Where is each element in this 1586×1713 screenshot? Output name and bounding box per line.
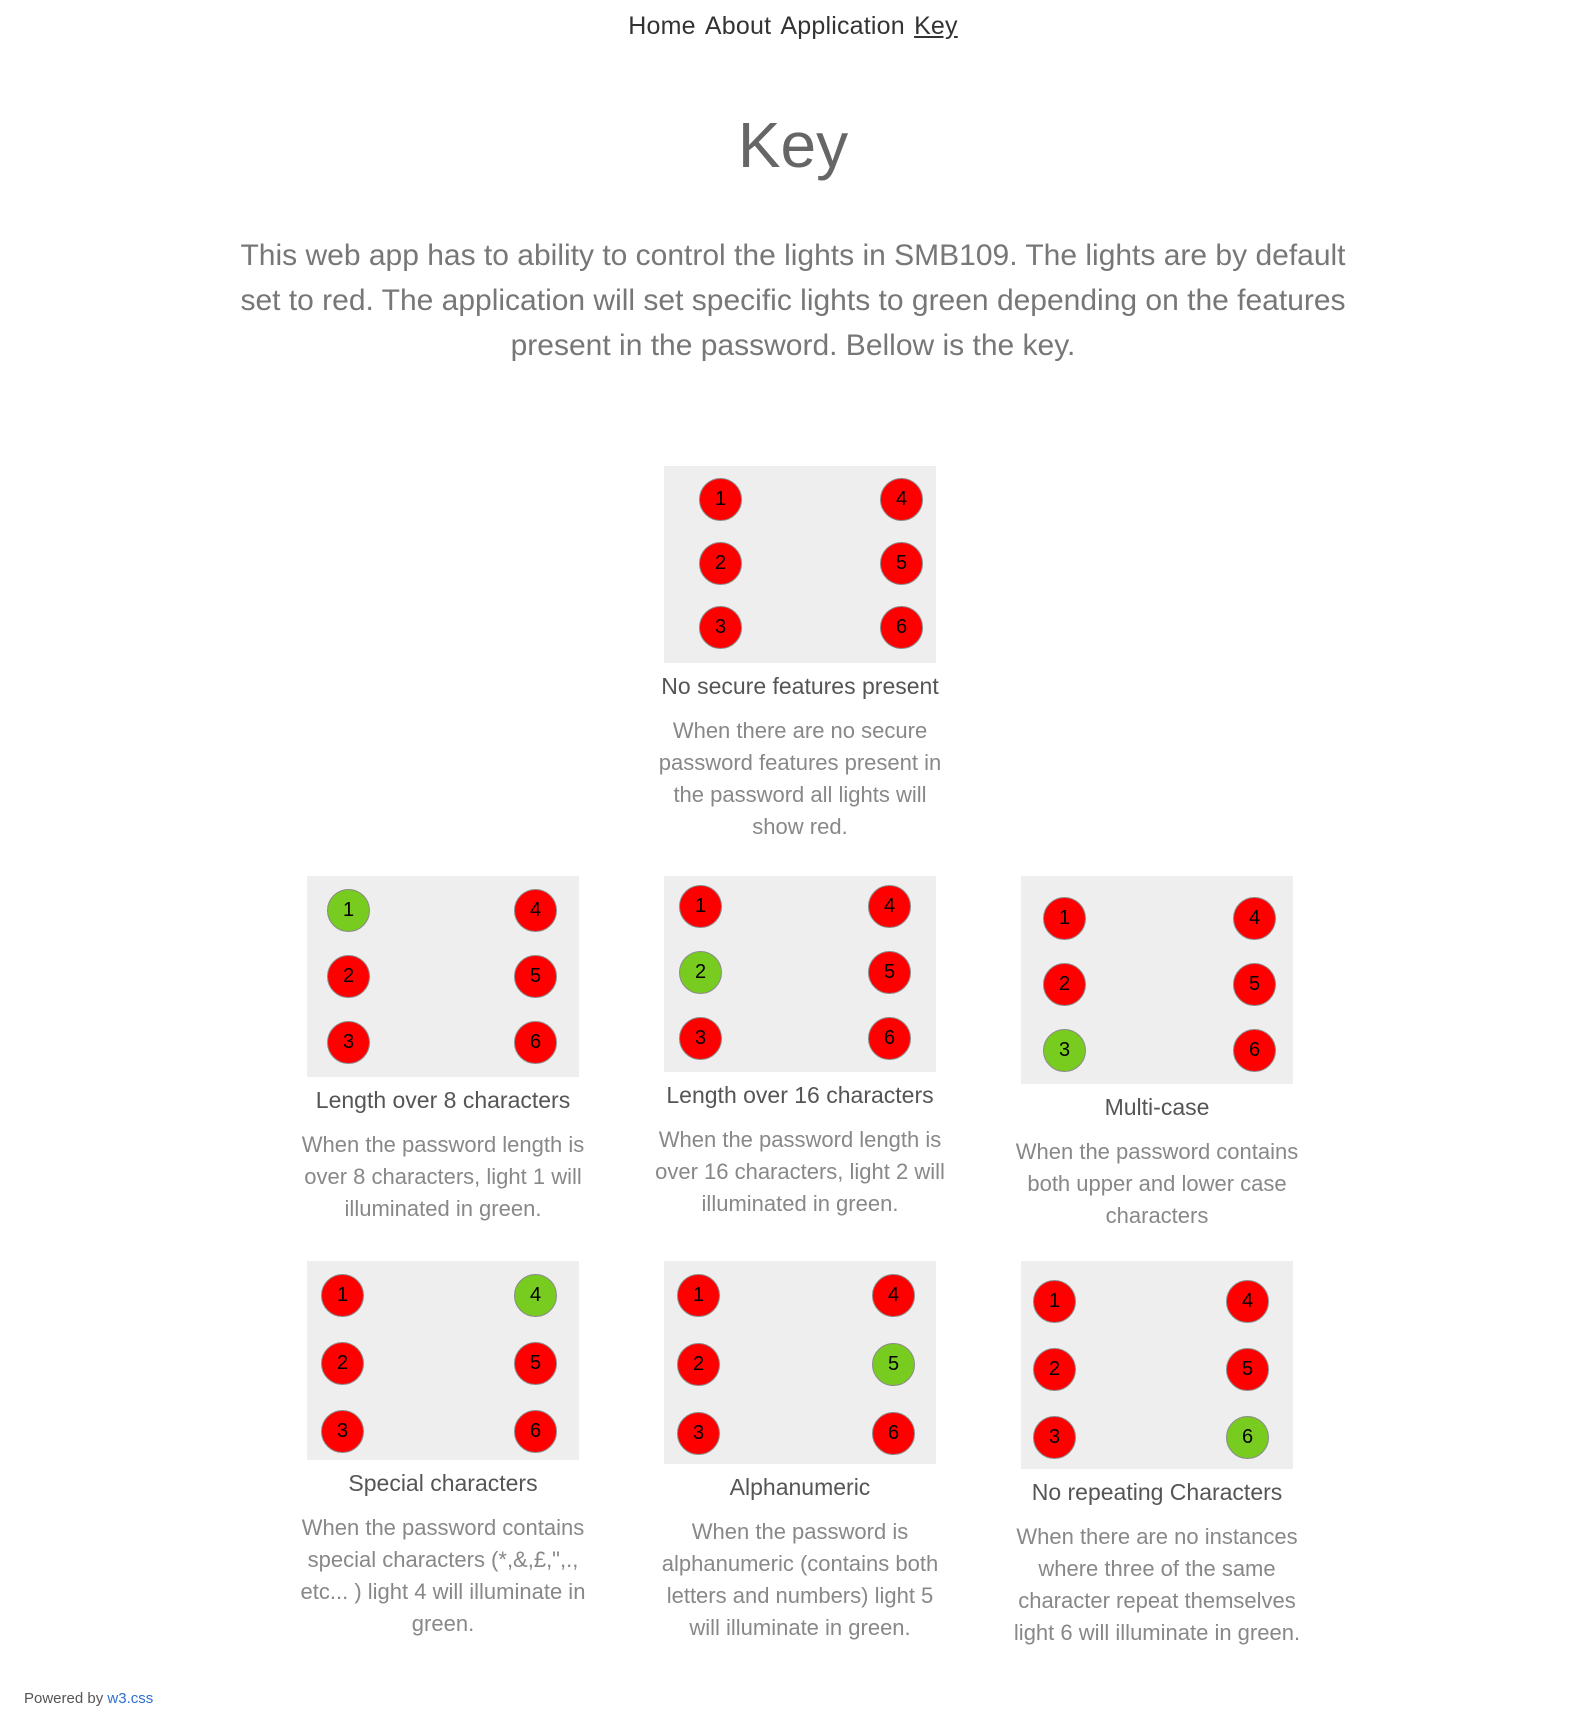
light-6-red: 6 — [868, 1017, 911, 1060]
light-3-red: 3 — [679, 1017, 722, 1060]
light-4-red: 4 — [868, 885, 911, 928]
light-1-red: 1 — [1033, 1280, 1076, 1323]
light-5-green: 5 — [872, 1343, 915, 1386]
key-card: 1 2 3 4 5 6 Multi-case When the password contai… — [1007, 876, 1307, 1232]
intro-paragraph: This web app has to ability to control t… — [240, 239, 1346, 362]
light-6-green: 6 — [1226, 1416, 1269, 1459]
key-card: 1 2 3 4 5 6 No secure features present When the… — [650, 466, 950, 843]
light-1-green: 1 — [327, 889, 370, 932]
light-5-red: 5 — [1233, 963, 1276, 1006]
lights-panel: 1 2 3 4 5 6 — [664, 876, 936, 1072]
light-1-red: 1 — [1043, 897, 1086, 940]
light-5-red: 5 — [1226, 1348, 1269, 1391]
light-4-red: 4 — [514, 889, 557, 932]
key-card: 1 2 3 4 5 6 Length over 16 characters When the … — [650, 876, 950, 1220]
nav-about[interactable]: About — [705, 12, 771, 40]
card-description: When the password is alphanumeric (conta… — [661, 1519, 939, 1640]
light-6-red: 6 — [514, 1021, 557, 1064]
card-title: Multi-case — [1104, 1094, 1210, 1120]
key-card: 1 2 3 4 5 6 No repeating Characters When there … — [1007, 1261, 1307, 1649]
light-6-red: 6 — [880, 606, 923, 649]
card-title: Length over 8 characters — [315, 1087, 571, 1113]
light-3-red: 3 — [327, 1021, 370, 1064]
light-5-red: 5 — [514, 955, 557, 998]
light-4-red: 4 — [1226, 1280, 1269, 1323]
light-5-red: 5 — [868, 951, 911, 994]
page-title: Key — [737, 109, 849, 181]
lights-panel: 1 2 3 4 5 6 — [664, 1261, 936, 1464]
light-3-red: 3 — [1033, 1416, 1076, 1459]
light-1-red: 1 — [677, 1274, 720, 1317]
light-6-red: 6 — [1233, 1029, 1276, 1072]
card-title: Special characters — [348, 1470, 538, 1496]
nav-key[interactable]: Key — [914, 12, 958, 40]
light-4-red: 4 — [880, 478, 923, 521]
nav-home[interactable]: Home — [628, 12, 696, 40]
light-2-red: 2 — [677, 1343, 720, 1386]
light-2-red: 2 — [699, 542, 742, 585]
light-2-green: 2 — [679, 951, 722, 994]
light-5-red: 5 — [514, 1342, 557, 1385]
light-4-red: 4 — [872, 1274, 915, 1317]
lights-panel: 1 2 3 4 5 6 — [1021, 876, 1293, 1084]
footer: Powered by w3.css — [24, 1690, 153, 1707]
key-card: 1 2 3 4 5 6 Special characters When the passwor… — [293, 1261, 593, 1640]
card-title: No repeating Characters — [1031, 1479, 1283, 1505]
light-5-red: 5 — [880, 542, 923, 585]
light-1-red: 1 — [699, 478, 742, 521]
light-2-red: 2 — [327, 955, 370, 998]
card-description: When there are no instances where three … — [1013, 1524, 1301, 1645]
card-description: When the password length is over 8 chara… — [301, 1132, 585, 1221]
top-navigation: Home About Application Key — [0, 12, 1586, 41]
light-4-green: 4 — [514, 1274, 557, 1317]
light-3-red: 3 — [699, 606, 742, 649]
light-2-red: 2 — [321, 1342, 364, 1385]
light-6-red: 6 — [514, 1410, 557, 1453]
w3css-link[interactable]: w3.css — [107, 1690, 153, 1707]
light-2-red: 2 — [1033, 1348, 1076, 1391]
light-1-red: 1 — [321, 1274, 364, 1317]
lights-panel: 1 2 3 4 5 6 — [1021, 1261, 1293, 1469]
card-title: Length over 16 characters — [666, 1082, 934, 1108]
light-2-red: 2 — [1043, 963, 1086, 1006]
light-6-red: 6 — [872, 1412, 915, 1455]
light-3-green: 3 — [1043, 1029, 1086, 1072]
card-description: When the password contains both upper an… — [1015, 1139, 1299, 1228]
card-description: When the password length is over 16 char… — [655, 1127, 945, 1216]
lights-panel: 1 2 3 4 5 6 — [664, 466, 936, 663]
card-title: No secure features present — [661, 673, 939, 699]
lights-panel: 1 2 3 4 5 6 — [307, 1261, 579, 1460]
light-4-red: 4 — [1233, 897, 1276, 940]
nav-application[interactable]: Application — [780, 12, 905, 40]
light-1-red: 1 — [679, 885, 722, 928]
light-3-red: 3 — [321, 1410, 364, 1453]
card-title: Alphanumeric — [729, 1474, 871, 1500]
key-card: 1 2 3 4 5 6 Length over 8 characters When the p… — [293, 876, 593, 1225]
key-card: 1 2 3 4 5 6 Alphanumeric When the password is a… — [650, 1261, 950, 1644]
lights-panel: 1 2 3 4 5 6 — [307, 876, 579, 1077]
card-description: When the password contains special chara… — [300, 1515, 586, 1636]
light-3-red: 3 — [677, 1412, 720, 1455]
footer-text: Powered by — [24, 1690, 108, 1707]
card-description: When there are no secure password featur… — [658, 718, 942, 839]
